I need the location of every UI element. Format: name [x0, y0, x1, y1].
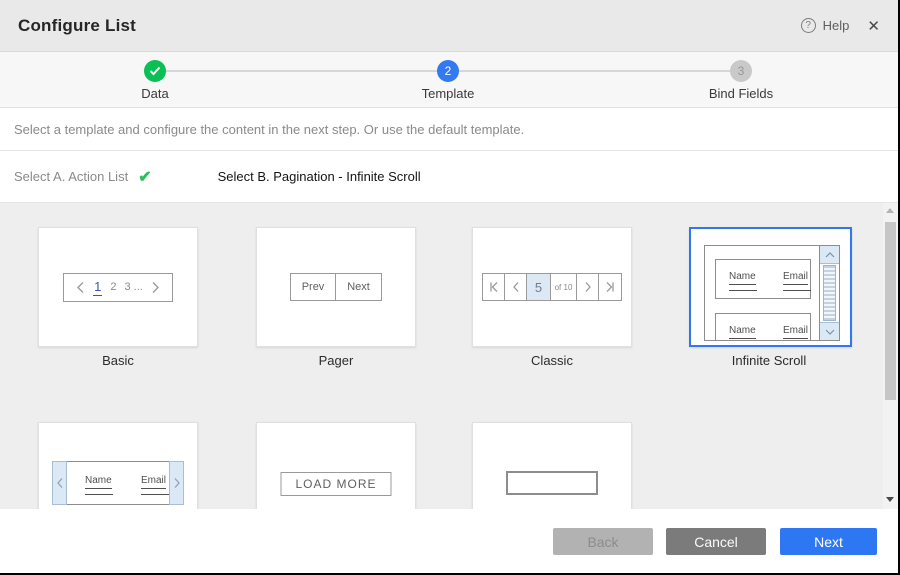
title-bar-actions: ? Help ✕: [801, 17, 880, 35]
carousel-prev-icon: [52, 461, 67, 505]
select-a-label[interactable]: Select A. Action List: [14, 169, 128, 184]
step-template-label[interactable]: Template: [378, 86, 518, 101]
mock-email-field: Email: [141, 470, 169, 504]
select-a-check-icon: ✔: [138, 167, 151, 187]
info-row: Select a template and configure the cont…: [0, 109, 898, 151]
select-b-label: Select B. Pagination - Infinite Scroll: [218, 169, 421, 184]
infinite-scroll-preview: Name Email Name: [704, 245, 840, 341]
mock-scrollbar-track: [820, 264, 839, 322]
step-bind-fields-label[interactable]: Bind Fields: [671, 86, 811, 101]
stepper-connector-2: [459, 70, 730, 72]
mock-email-label: Email: [783, 325, 808, 339]
template-card-input[interactable]: [472, 422, 632, 509]
classic-current-page: 5: [527, 274, 551, 300]
last-page-icon: [599, 274, 621, 300]
mock-scrollbar: [819, 246, 839, 340]
template-card-classic[interactable]: 5 of 10: [472, 227, 632, 347]
info-text: Select a template and configure the cont…: [14, 122, 524, 137]
mock-scrollbar-thumb: [823, 265, 836, 321]
classic-preview: 5 of 10: [473, 228, 631, 346]
template-card-load-more[interactable]: LOAD MORE: [256, 422, 416, 509]
help-button[interactable]: ? Help: [801, 18, 850, 33]
mock-value-line: [783, 290, 811, 291]
carousel-preview: Name Email: [52, 461, 184, 505]
scrollbar-up-arrow-icon[interactable]: [886, 208, 894, 213]
basic-page-3: 3 ...: [125, 281, 143, 293]
basic-current-page: 1: [93, 279, 102, 296]
step-bind-fields-circle[interactable]: 3: [730, 60, 752, 82]
title-bar: Configure List ? Help ✕: [0, 0, 898, 52]
dialog-title: Configure List: [18, 16, 136, 36]
mock-email-field: Email: [783, 266, 811, 298]
template-label-infinite-scroll: Infinite Scroll: [689, 353, 849, 368]
chevron-left-icon: [76, 281, 85, 294]
stepper-connector-1: [166, 70, 437, 72]
next-button[interactable]: Next: [780, 528, 877, 555]
mock-value-line: [85, 494, 113, 495]
scroll-down-icon: [820, 322, 839, 340]
mock-name-field: Name: [729, 320, 757, 340]
pager-prev-button: Prev: [291, 274, 336, 300]
mock-email-field: Email: [783, 320, 811, 340]
content-scrollbar[interactable]: [883, 203, 898, 509]
scrollbar-thumb[interactable]: [885, 222, 896, 400]
basic-preview: 1 2 3 ...: [39, 228, 197, 346]
template-card-pager[interactable]: Prev Next: [256, 227, 416, 347]
template-label-pager: Pager: [256, 353, 416, 368]
next-page-icon: [577, 274, 599, 300]
step-template-circle[interactable]: 2: [437, 60, 459, 82]
step-data-circle[interactable]: [144, 60, 166, 82]
classic-of-total: of 10: [551, 274, 577, 300]
cancel-button[interactable]: Cancel: [666, 528, 766, 555]
template-card-carousel[interactable]: Name Email: [38, 422, 198, 509]
template-label-basic: Basic: [38, 353, 198, 368]
mock-name-label: Name: [85, 475, 112, 489]
prev-page-icon: [505, 274, 527, 300]
template-card-basic[interactable]: 1 2 3 ...: [38, 227, 198, 347]
selection-row: Select A. Action List ✔ Select B. Pagina…: [0, 151, 898, 203]
template-label-classic: Classic: [472, 353, 632, 368]
carousel-item-mock: Name Email: [67, 461, 169, 505]
mock-email-label: Email: [783, 271, 808, 285]
basic-pagination-mock: 1 2 3 ...: [63, 273, 173, 302]
scroll-up-icon: [820, 246, 839, 264]
mock-list-row: Name Email: [715, 259, 811, 299]
back-button[interactable]: Back: [553, 528, 653, 555]
basic-page-2: 2: [110, 281, 116, 293]
pager-next-button: Next: [336, 274, 381, 300]
close-icon[interactable]: ✕: [867, 17, 880, 35]
check-icon: [149, 66, 161, 76]
step-data-label[interactable]: Data: [85, 86, 225, 101]
mock-name-field: Name: [729, 266, 757, 298]
pager-mock: Prev Next: [290, 273, 382, 301]
scrollbar-down-arrow-icon[interactable]: [886, 497, 894, 502]
help-label: Help: [823, 18, 850, 33]
mock-name-field: Name: [85, 470, 113, 504]
first-page-icon: [483, 274, 505, 300]
load-more-button-mock: LOAD MORE: [280, 472, 391, 496]
mock-list-row: Name Email: [715, 313, 811, 340]
pager-preview: Prev Next: [257, 228, 415, 346]
mock-email-label: Email: [141, 475, 166, 489]
mock-list-rows: Name Email Name: [705, 246, 819, 340]
mock-value-line: [141, 494, 169, 495]
wizard-stepper: 2 3 Data Template Bind Fields: [0, 52, 898, 108]
template-card-infinite-scroll[interactable]: Name Email Name: [689, 227, 852, 347]
mock-name-label: Name: [729, 271, 756, 285]
mock-value-line: [729, 290, 757, 291]
help-icon: ?: [801, 18, 816, 33]
configure-list-dialog: Configure List ? Help ✕ 2 3 Data Templat…: [0, 0, 900, 575]
mock-name-label: Name: [729, 325, 756, 339]
classic-pagination-mock: 5 of 10: [482, 273, 622, 301]
footer-bar: Back Cancel Next: [0, 509, 898, 573]
chevron-right-icon: [151, 281, 160, 294]
template-grid: 1 2 3 ... Basic Prev Next Pager: [0, 203, 898, 509]
empty-input-mock: [506, 471, 598, 495]
carousel-next-icon: [169, 461, 184, 505]
